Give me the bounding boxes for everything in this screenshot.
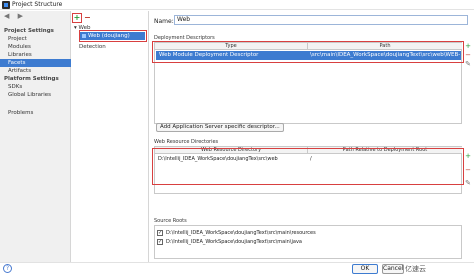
nav-item-problems[interactable]: Problems	[0, 109, 71, 117]
nav-item-facets[interactable]: Facets	[0, 59, 71, 67]
web-resource-dirs-heading: Web Resource Directories	[154, 139, 219, 145]
wr-highlight-box	[152, 148, 464, 185]
help-button[interactable]: ?	[3, 264, 12, 273]
source-roots-heading: Source Roots	[154, 218, 187, 224]
wr-edit-icon[interactable]: ✎	[464, 179, 472, 188]
nav-item-global-libraries[interactable]: Global Libraries	[0, 91, 71, 99]
remove-facet-button[interactable]: −	[84, 14, 91, 22]
source-root-path-2: D:\Intellij_IDEA_WorkSpace\doujiangText\…	[166, 239, 302, 245]
nav-item-libraries[interactable]: Libraries	[0, 51, 71, 59]
wr-add-icon[interactable]: +	[464, 152, 472, 161]
nav-heading-platform-settings: Platform Settings	[4, 76, 59, 82]
tree-highlight-box	[79, 30, 147, 42]
name-label: Name:	[154, 18, 174, 25]
source-root-checkbox-2[interactable]: ✓	[157, 239, 163, 245]
dd-edit-icon[interactable]: ✎	[464, 60, 472, 69]
tree-item-detection[interactable]: Detection	[79, 44, 106, 50]
facet-tree-panel: + − ▾ Web Web (doujiang) Detection	[71, 11, 149, 274]
add-server-descriptor-button[interactable]: Add Application Server specific descript…	[156, 123, 284, 132]
dialog-footer: ? OK Cancel 亿速云	[0, 262, 474, 274]
dd-highlight-box	[152, 41, 464, 63]
nav-item-project[interactable]: Project	[0, 35, 71, 43]
facet-detail-panel: Name: Web Deployment Descriptors Type Pa…	[150, 11, 474, 274]
watermark-logo: 亿速云	[405, 265, 426, 273]
nav-heading-project-settings: Project Settings	[4, 28, 54, 34]
dd-remove-icon[interactable]: −	[464, 51, 472, 60]
source-root-checkbox-1[interactable]: ✓	[157, 230, 163, 236]
title-bar: Project Structure	[0, 0, 474, 10]
wr-remove-icon[interactable]: −	[464, 166, 472, 175]
nav-item-artifacts[interactable]: Artifacts	[0, 67, 71, 75]
nav-arrows[interactable]: ◀ ▶	[4, 12, 26, 20]
name-input[interactable]: Web	[174, 15, 468, 25]
ok-button[interactable]: OK	[352, 264, 378, 274]
settings-nav: ◀ ▶ Project Settings Project Modules Lib…	[0, 11, 71, 274]
nav-item-modules[interactable]: Modules	[0, 43, 71, 51]
window-title: Project Structure	[12, 1, 63, 8]
nav-item-sdks[interactable]: SDKs	[0, 83, 71, 91]
dd-add-icon[interactable]: +	[464, 42, 472, 51]
source-roots-list: ✓ D:\Intellij_IDEA_WorkSpace\doujiangTex…	[154, 225, 462, 259]
add-highlight-box	[72, 13, 82, 23]
cancel-button[interactable]: Cancel	[382, 264, 404, 274]
app-icon	[2, 1, 10, 9]
source-root-path-1: D:\Intellij_IDEA_WorkSpace\doujiangText\…	[166, 230, 316, 236]
